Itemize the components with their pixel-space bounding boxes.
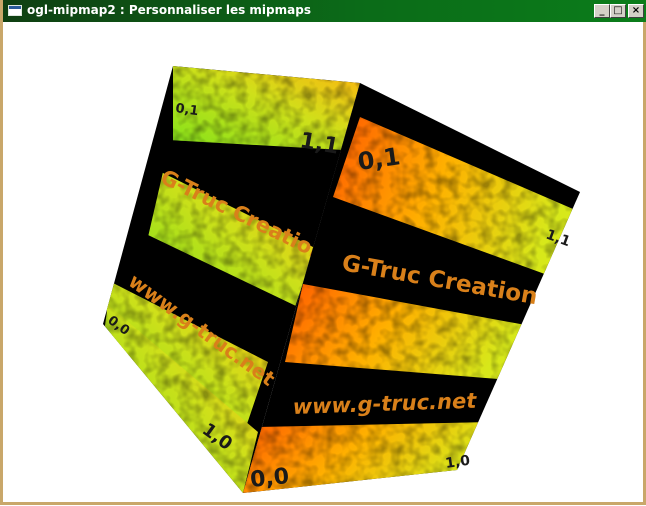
window-title: ogl-mipmap2 : Personnaliser les mipmaps bbox=[27, 3, 311, 17]
close-button[interactable]: × bbox=[628, 4, 644, 18]
cube-scene: 0,1 1,1 G-Truc Creation www.g-truc.net 0… bbox=[103, 66, 580, 493]
right-corner-10: 1,0 bbox=[444, 453, 471, 472]
title-bar[interactable]: ogl-mipmap2 : Personnaliser les mipmaps … bbox=[3, 0, 646, 22]
minimize-button[interactable]: _ bbox=[594, 4, 610, 18]
app-window: ogl-mipmap2 : Personnaliser les mipmaps … bbox=[0, 0, 646, 505]
opengl-viewport[interactable]: 0,1 1,1 G-Truc Creation www.g-truc.net 0… bbox=[3, 22, 643, 502]
maximize-button[interactable]: □ bbox=[610, 4, 626, 18]
left-corner-01: 0,1 bbox=[174, 101, 199, 119]
right-corner-00: 0,0 bbox=[249, 464, 290, 493]
right-corner-01: 0,1 bbox=[356, 142, 402, 176]
app-window-icon[interactable] bbox=[8, 5, 22, 16]
